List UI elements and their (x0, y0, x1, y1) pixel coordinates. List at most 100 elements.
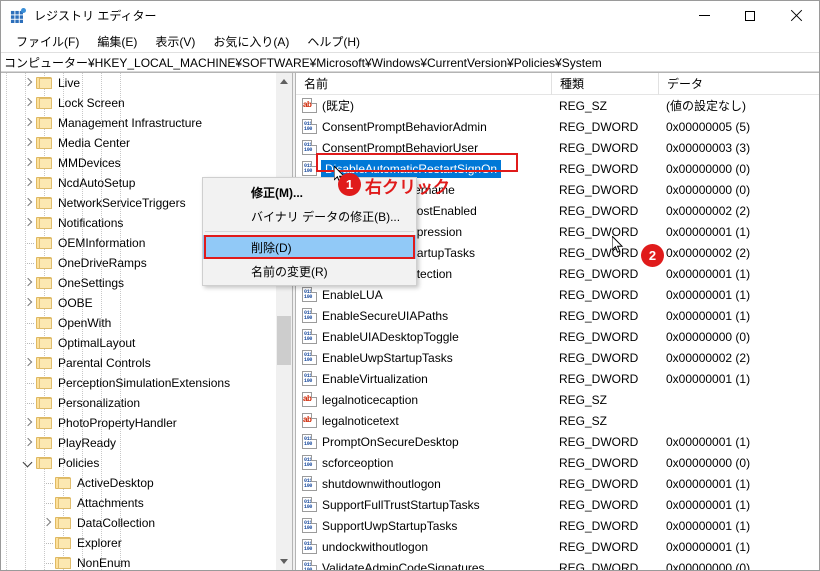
value-name-label: SupportFullTrustStartupTasks (322, 497, 480, 512)
value-row[interactable]: ab (既定) REG_SZ (値の設定なし) (296, 95, 819, 116)
minimize-button[interactable] (681, 1, 727, 30)
dword-value-icon: 011100 (302, 539, 317, 554)
tree-node-explorer[interactable]: Explorer (1, 533, 292, 553)
value-row[interactable]: 011 100 scforceoption REG_DWORD 0x00000000 (… (296, 452, 819, 473)
tree-scroll-down-button[interactable] (276, 553, 292, 570)
chevron-right-icon[interactable] (39, 513, 55, 533)
registry-editor-window: レジストリ エディター ファイル(F) 編集(E) 表示(V) お気に入り(A)… (0, 0, 820, 571)
value-row[interactable]: 011 100 EnableLUA REG_DWORD 0x00000001 (1) (296, 284, 819, 305)
tree-node-label: OOBE (58, 296, 93, 310)
chevron-right-icon[interactable] (20, 193, 36, 213)
tree-node-oobe[interactable]: OOBE (1, 293, 292, 313)
tree-node-parental-controls[interactable]: Parental Controls (1, 353, 292, 373)
folder-icon (55, 496, 72, 510)
tree-node-lock-screen[interactable]: Lock Screen (1, 93, 292, 113)
tree-node-attachments[interactable]: Attachments (1, 493, 292, 513)
value-list-pane[interactable]: 名前 種類 データ ab (既定) REG_SZ (値の設定なし) 011 100 Cons… (296, 73, 819, 570)
chevron-right-icon[interactable] (20, 73, 36, 93)
value-row[interactable]: ab legalnoticetext REG_SZ (296, 410, 819, 431)
menu-favorites[interactable]: お気に入り(A) (204, 31, 298, 52)
value-data-cell: 0x00000005 (5) (666, 119, 751, 134)
context-menu-item[interactable]: 名前の変更(R) (203, 259, 416, 283)
chevron-right-icon[interactable] (20, 113, 36, 133)
chevron-right-icon[interactable] (20, 213, 36, 233)
menu-file[interactable]: ファイル(F) (7, 31, 88, 52)
tree-node-optimallayout[interactable]: OptimalLayout (1, 333, 292, 353)
chevron-right-icon[interactable] (20, 173, 36, 193)
column-header-name[interactable]: 名前 (296, 73, 551, 95)
value-type-cell: REG_DWORD (559, 329, 639, 344)
value-row[interactable]: 011 100 SupportFullTrustStartupTasks REG_DW… (296, 494, 819, 515)
folder-icon (36, 176, 53, 190)
value-row[interactable]: 011 100 EnableVirtualization REG_DWORD 0x000… (296, 368, 819, 389)
list-header: 名前 種類 データ (296, 73, 819, 95)
tree-leaf-marker (20, 393, 36, 413)
chevron-right-icon[interactable] (20, 93, 36, 113)
column-header-type[interactable]: 種類 (551, 73, 658, 95)
close-button[interactable] (773, 1, 819, 30)
tree-scrollbar[interactable] (275, 73, 292, 570)
value-row[interactable]: 011 100 undockwithoutlogon REG_DWORD 0x00000… (296, 536, 819, 557)
value-row[interactable]: ab legalnoticecaption REG_SZ (296, 389, 819, 410)
value-row[interactable]: 011 100 EnableUwpStartupTasks REG_DWORD 0x00… (296, 347, 819, 368)
tree-node-playready[interactable]: PlayReady (1, 433, 292, 453)
value-row[interactable]: 011 100 ValidateAdminCodeSignatures REG_DWO… (296, 557, 819, 570)
chevron-right-icon[interactable] (20, 433, 36, 453)
value-data-cell: 0x00000000 (0) (666, 560, 751, 571)
chevron-down-icon[interactable] (20, 453, 36, 473)
registry-tree-pane[interactable]: Live Lock Screen Management Infrastructure… (1, 73, 292, 570)
folder-icon (36, 196, 53, 210)
folder-icon (36, 296, 53, 310)
chevron-right-icon[interactable] (20, 273, 36, 293)
tree-leaf-marker (39, 553, 55, 570)
tree-node-mmdevices[interactable]: MMDevices (1, 153, 292, 173)
tree-scroll-up-button[interactable] (276, 73, 292, 90)
tree-scrollbar-thumb[interactable] (277, 316, 291, 365)
menu-view[interactable]: 表示(V) (146, 31, 204, 52)
value-data-cell: 0x00000000 (0) (666, 329, 751, 344)
address-bar[interactable]: コンピューター¥HKEY_LOCAL_MACHINE¥SOFTWARE¥Micr… (1, 52, 819, 72)
value-type-cell: REG_DWORD (559, 203, 639, 218)
tree-node-perceptionsimulationextensions[interactable]: PerceptionSimulationExtensions (1, 373, 292, 393)
value-row[interactable]: 011 100 ConsentPromptBehaviorAdmin REG_DWOR… (296, 116, 819, 137)
tree-node-management-infrastructure[interactable]: Management Infrastructure (1, 113, 292, 133)
tree-node-datacollection[interactable]: DataCollection (1, 513, 292, 533)
value-row[interactable]: 011 100 PromptOnSecureDesktop REG_DWORD 0x00… (296, 431, 819, 452)
value-row[interactable]: 011 100 SupportUwpStartupTasks REG_DWORD 0x0… (296, 515, 819, 536)
context-menu-item[interactable]: バイナリ データの修正(B)... (203, 204, 416, 228)
value-row[interactable]: 011 100 EnableUIADesktopToggle REG_DWORD 0x0… (296, 326, 819, 347)
tree-node-policies[interactable]: Policies (1, 453, 292, 473)
value-type-cell: REG_DWORD (559, 455, 639, 470)
value-name-cell: ab legalnoticetext (296, 413, 551, 428)
value-row[interactable]: 011 100 EnableSecureUIAPaths REG_DWORD 0x000… (296, 305, 819, 326)
tree-node-personalization[interactable]: Personalization (1, 393, 292, 413)
chevron-right-icon[interactable] (20, 413, 36, 433)
tree-node-openwith[interactable]: OpenWith (1, 313, 292, 333)
tree-leaf-marker (20, 313, 36, 333)
value-row[interactable]: 011 100 shutdownwithoutlogon REG_DWORD 0x000… (296, 473, 819, 494)
value-data-cell: 0x00000000 (0) (666, 455, 751, 470)
tree-node-media-center[interactable]: Media Center (1, 133, 292, 153)
tree-node-label: NcdAutoSetup (58, 176, 136, 190)
value-data-cell: 0x00000001 (1) (666, 497, 751, 512)
menu-edit[interactable]: 編集(E) (88, 31, 146, 52)
chevron-right-icon[interactable] (20, 293, 36, 313)
tree-node-live[interactable]: Live (1, 73, 292, 93)
value-type-cell: REG_DWORD (559, 539, 639, 554)
context-menu-item[interactable]: 削除(D) (203, 235, 416, 259)
value-row[interactable]: 011 100 ConsentPromptBehaviorUser REG_DWORD… (296, 137, 819, 158)
chevron-right-icon[interactable] (20, 133, 36, 153)
maximize-button[interactable] (727, 1, 773, 30)
value-type-cell: REG_SZ (559, 98, 608, 113)
tree-node-nonenum[interactable]: NonEnum (1, 553, 292, 570)
value-data-cell: 0x00000002 (2) (666, 203, 751, 218)
value-name-cell: 011 100 PromptOnSecureDesktop (296, 434, 551, 449)
folder-icon (36, 356, 53, 370)
tree-node-photopropertyhandler[interactable]: PhotoPropertyHandler (1, 413, 292, 433)
chevron-right-icon[interactable] (20, 353, 36, 373)
chevron-right-icon[interactable] (20, 153, 36, 173)
value-type-cell: REG_DWORD (559, 308, 639, 323)
column-header-data[interactable]: データ (658, 73, 819, 95)
tree-node-activedesktop[interactable]: ActiveDesktop (1, 473, 292, 493)
menu-help[interactable]: ヘルプ(H) (298, 31, 369, 52)
